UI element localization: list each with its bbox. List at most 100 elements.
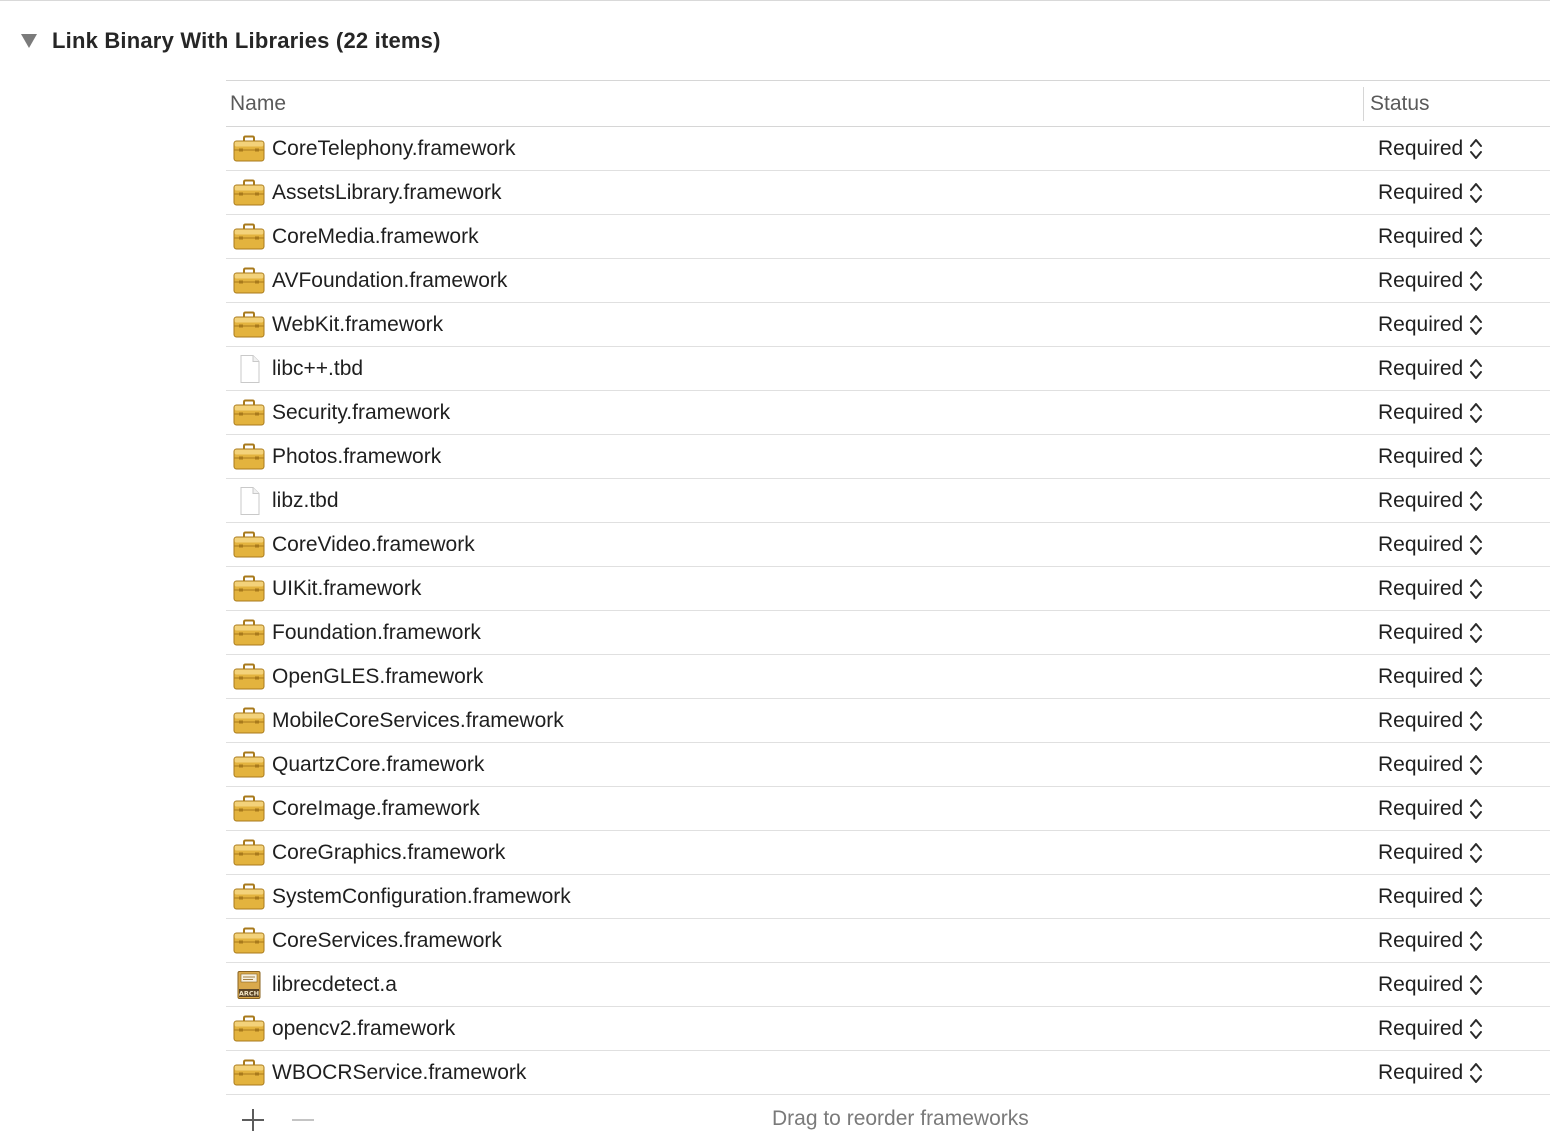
status-popup-button[interactable]: Required [1378, 664, 1483, 690]
status-popup-button[interactable]: Required [1378, 752, 1483, 778]
table-footer: Drag to reorder frameworks [226, 1097, 1550, 1147]
table-row[interactable]: AssetsLibrary.framework Required [226, 171, 1550, 215]
status-label: Required [1378, 1060, 1464, 1084]
disclosure-triangle-down-icon[interactable] [20, 32, 38, 50]
library-name: CoreGraphics.framework [272, 840, 506, 864]
library-name: libc++.tbd [272, 356, 364, 380]
library-name: CoreMedia.framework [272, 224, 479, 248]
status-popup-button[interactable]: Required [1378, 796, 1483, 822]
status-popup-button[interactable]: Required [1378, 444, 1483, 470]
status-popup-button[interactable]: Required [1378, 180, 1483, 206]
status-popup-button[interactable]: Required [1378, 840, 1483, 866]
library-name: SystemConfiguration.framework [272, 884, 571, 908]
status-popup-button[interactable]: Required [1378, 708, 1483, 734]
table-row[interactable]: CoreTelephony.framework Required [226, 127, 1550, 171]
up-down-chevron-icon [1469, 1060, 1483, 1086]
top-divider [0, 0, 1550, 1]
status-label: Required [1378, 708, 1464, 732]
up-down-chevron-icon [1469, 752, 1483, 778]
section-title: Link Binary With Libraries (22 items) [52, 28, 441, 53]
library-name: UIKit.framework [272, 576, 422, 600]
up-down-chevron-icon [1469, 840, 1483, 866]
library-name: CoreImage.framework [272, 796, 480, 820]
table-row[interactable]: opencv2.framework Required [226, 1007, 1550, 1051]
document-file-icon [233, 355, 265, 383]
status-label: Required [1378, 620, 1464, 644]
table-row[interactable]: CoreMedia.framework Required [226, 215, 1550, 259]
status-popup-button[interactable]: Required [1378, 972, 1483, 998]
table-row[interactable]: CoreServices.framework Required [226, 919, 1550, 963]
up-down-chevron-icon [1469, 180, 1483, 206]
table-row[interactable]: QuartzCore.framework Required [226, 743, 1550, 787]
archive-library-icon: ARCH [233, 971, 265, 999]
status-popup-button[interactable]: Required [1378, 488, 1483, 514]
status-label: Required [1378, 268, 1464, 292]
table-row[interactable]: OpenGLES.framework Required [226, 655, 1550, 699]
framework-toolbox-icon [233, 839, 265, 867]
library-name: AVFoundation.framework [272, 268, 508, 292]
table-row[interactable]: Photos.framework Required [226, 435, 1550, 479]
table-row[interactable]: CoreVideo.framework Required [226, 523, 1550, 567]
framework-toolbox-icon [233, 751, 265, 779]
library-name: WebKit.framework [272, 312, 444, 336]
add-library-button[interactable] [238, 1105, 268, 1135]
status-popup-button[interactable]: Required [1378, 268, 1483, 294]
framework-toolbox-icon [233, 531, 265, 559]
up-down-chevron-icon [1469, 356, 1483, 382]
framework-toolbox-icon [233, 619, 265, 647]
library-name: Security.framework [272, 400, 451, 424]
status-label: Required [1378, 664, 1464, 688]
library-name: QuartzCore.framework [272, 752, 485, 776]
table-row[interactable]: WBOCRService.framework Required [226, 1051, 1550, 1095]
framework-toolbox-icon [233, 1059, 265, 1087]
remove-library-button[interactable] [288, 1105, 318, 1135]
table-row[interactable]: MobileCoreServices.framework Required [226, 699, 1550, 743]
table-header: Name Status [226, 80, 1550, 127]
status-label: Required [1378, 400, 1464, 424]
status-popup-button[interactable]: Required [1378, 928, 1483, 954]
up-down-chevron-icon [1469, 444, 1483, 470]
table-row[interactable]: CoreGraphics.framework Required [226, 831, 1550, 875]
status-popup-button[interactable]: Required [1378, 224, 1483, 250]
status-label: Required [1378, 884, 1464, 908]
framework-toolbox-icon [233, 927, 265, 955]
status-popup-button[interactable]: Required [1378, 576, 1483, 602]
status-label: Required [1378, 136, 1464, 160]
table-row[interactable]: SystemConfiguration.framework Required [226, 875, 1550, 919]
table-row[interactable]: Foundation.framework Required [226, 611, 1550, 655]
library-name: librecdetect.a [272, 972, 397, 996]
column-header-name[interactable]: Name [230, 92, 286, 116]
up-down-chevron-icon [1469, 312, 1483, 338]
status-popup-button[interactable]: Required [1378, 1016, 1483, 1042]
status-popup-button[interactable]: Required [1378, 620, 1483, 646]
status-popup-button[interactable]: Required [1378, 1060, 1483, 1086]
status-popup-button[interactable]: Required [1378, 884, 1483, 910]
column-header-status[interactable]: Status [1370, 92, 1430, 116]
column-divider[interactable] [1363, 87, 1364, 121]
table-row[interactable]: UIKit.framework Required [226, 567, 1550, 611]
status-popup-button[interactable]: Required [1378, 136, 1483, 162]
library-name: WBOCRService.framework [272, 1060, 527, 1084]
library-name: CoreServices.framework [272, 928, 502, 952]
up-down-chevron-icon [1469, 532, 1483, 558]
table-row[interactable]: libc++.tbd Required [226, 347, 1550, 391]
table-row[interactable]: AVFoundation.framework Required [226, 259, 1550, 303]
status-label: Required [1378, 224, 1464, 248]
framework-toolbox-icon [233, 663, 265, 691]
table-row[interactable]: CoreImage.framework Required [226, 787, 1550, 831]
status-label: Required [1378, 928, 1464, 952]
table-row[interactable]: WebKit.framework Required [226, 303, 1550, 347]
status-label: Required [1378, 356, 1464, 380]
build-phase-header[interactable]: Link Binary With Libraries (22 items) [20, 24, 441, 58]
table-row[interactable]: libz.tbd Required [226, 479, 1550, 523]
status-popup-button[interactable]: Required [1378, 356, 1483, 382]
table-row[interactable]: ARCH librecdetect.a Required [226, 963, 1550, 1007]
status-label: Required [1378, 796, 1464, 820]
up-down-chevron-icon [1469, 488, 1483, 514]
status-popup-button[interactable]: Required [1378, 400, 1483, 426]
status-popup-button[interactable]: Required [1378, 532, 1483, 558]
plus-icon [242, 1109, 264, 1131]
framework-toolbox-icon [233, 443, 265, 471]
table-row[interactable]: Security.framework Required [226, 391, 1550, 435]
status-popup-button[interactable]: Required [1378, 312, 1483, 338]
